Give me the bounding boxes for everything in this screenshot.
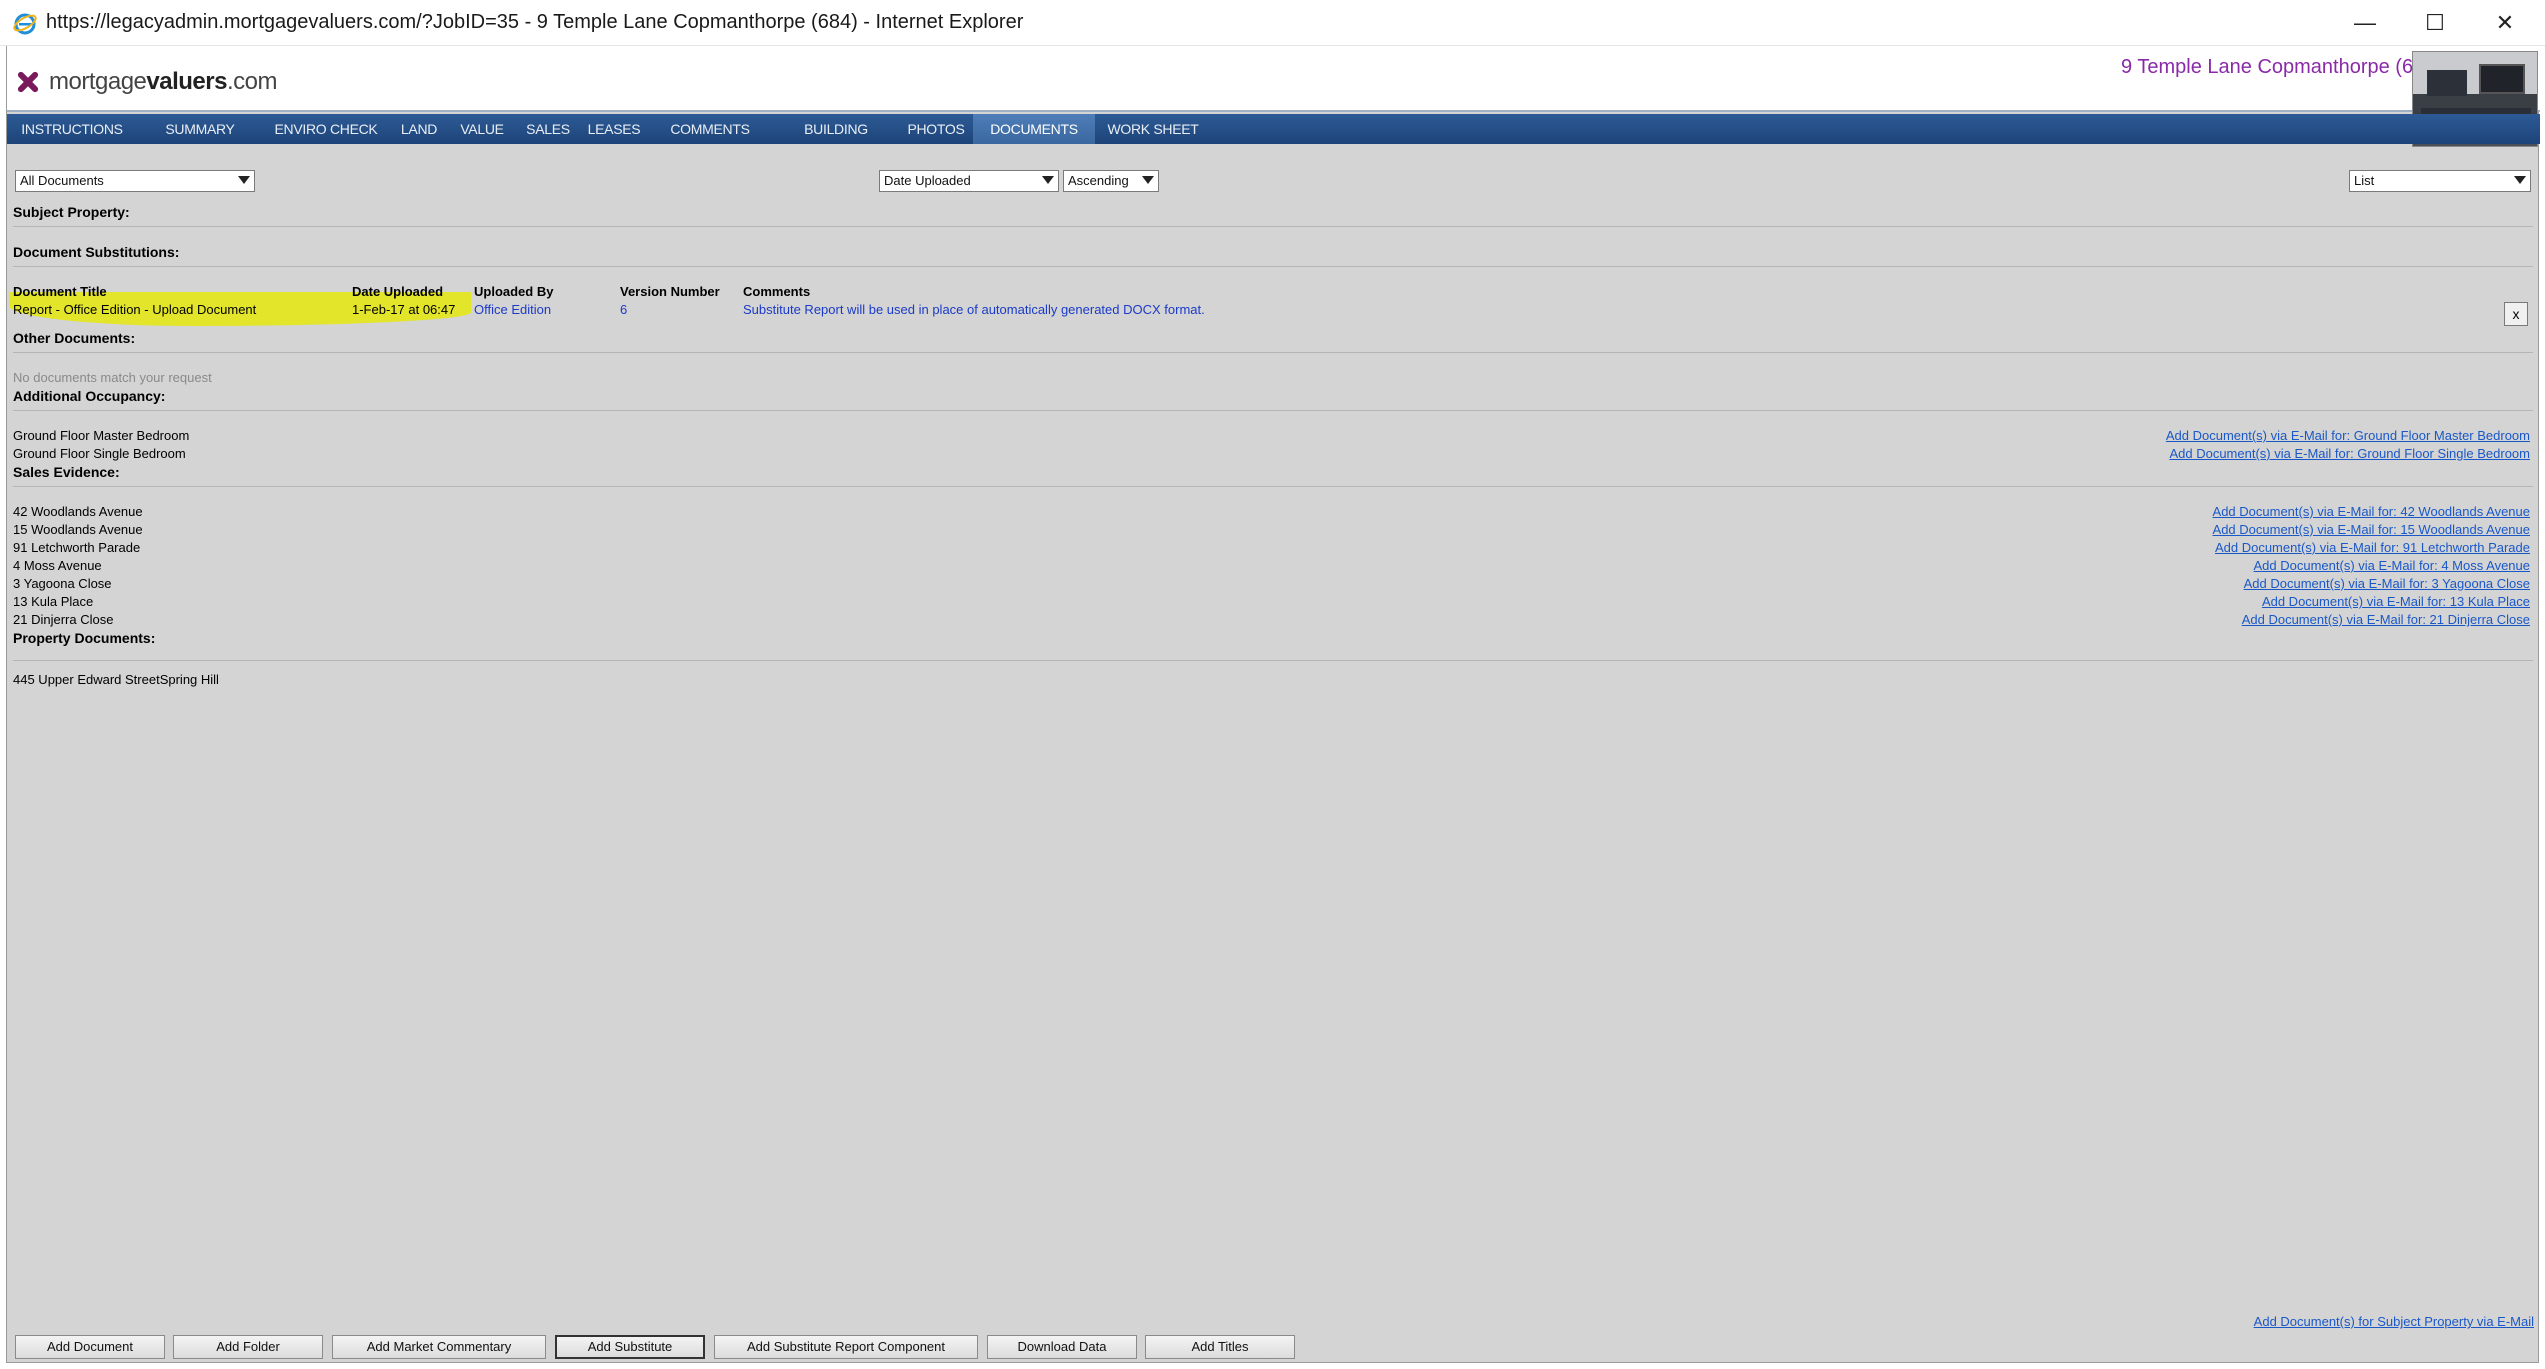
tab-land[interactable]: LAND <box>389 114 449 144</box>
divider <box>13 352 2533 353</box>
minimize-button[interactable]: — <box>2330 0 2400 46</box>
add-folder-button[interactable]: Add Folder <box>173 1335 323 1359</box>
chevron-down-icon <box>2514 176 2526 184</box>
window-title: https://legacyadmin.mortgagevaluers.com/… <box>46 11 1024 33</box>
logo-text: mortgagevaluers.com <box>49 68 277 95</box>
substitution-version-number: 6 <box>620 302 628 317</box>
tab-sales[interactable]: SALES <box>515 114 581 144</box>
column-header-uploaded-by: Uploaded By <box>474 284 554 299</box>
substitution-date-uploaded: 1-Feb-17 at 06:47 <box>352 302 456 317</box>
sort-order-select[interactable]: Ascending <box>1063 170 1159 192</box>
document-substitutions-heading: Document Substitutions: <box>13 244 180 260</box>
property-title: 9 Temple Lane Copmanthorpe (684) <box>2121 56 2442 78</box>
column-header-comments: Comments <box>743 284 811 299</box>
add-document-email-link[interactable]: Add Document(s) via E-Mail for: 3 Yagoon… <box>2244 576 2530 591</box>
logo-x-icon <box>15 69 41 95</box>
add-document-email-link[interactable]: Add Document(s) via E-Mail for: 21 Dinje… <box>2242 612 2530 627</box>
divider <box>13 266 2533 267</box>
add-document-email-link[interactable]: Add Document(s) via E-Mail for: 91 Letch… <box>2215 540 2530 555</box>
tab-work-sheet[interactable]: WORK SHEET <box>1095 114 1211 144</box>
property-documents-heading: Property Documents: <box>13 630 156 646</box>
add-document-email-link[interactable]: Add Document(s) via E-Mail for: Ground F… <box>2166 428 2530 443</box>
add-document-email-link[interactable]: Add Document(s) via E-Mail for: Ground F… <box>2169 446 2530 461</box>
add-document-email-link[interactable]: Add Document(s) via E-Mail for: 4 Moss A… <box>2254 558 2531 573</box>
chevron-down-icon <box>238 176 250 184</box>
substitution-uploaded-by: Office Edition <box>474 302 552 317</box>
view-mode-select[interactable]: List <box>2349 170 2531 192</box>
add-document-email-link[interactable]: Add Document(s) via E-Mail for: 42 Woodl… <box>2213 504 2530 519</box>
app-frame: mortgagevaluers.com 9 Temple Lane Copman… <box>6 46 2540 1363</box>
column-header-date-uploaded: Date Uploaded <box>352 284 444 299</box>
add-document-email-link[interactable]: Add Document(s) via E-Mail for: 13 Kula … <box>2262 594 2530 609</box>
add-document-button[interactable]: Add Document <box>15 1335 165 1359</box>
add-substitute-report-component-button[interactable]: Add Substitute Report Component <box>714 1335 978 1359</box>
sales-evidence-item: 91 Letchworth Parade <box>13 540 141 555</box>
tab-documents[interactable]: DOCUMENTS <box>973 114 1095 144</box>
sales-evidence-item: 15 Woodlands Avenue <box>13 522 143 537</box>
tab-photos[interactable]: PHOTOS <box>899 114 973 144</box>
chevron-down-icon <box>1042 176 1054 184</box>
add-market-commentary-button[interactable]: Add Market Commentary <box>332 1335 546 1359</box>
remove-substitution-button[interactable]: x <box>2504 302 2528 326</box>
column-header-version-number: Version Number <box>620 284 720 299</box>
tab-value[interactable]: VALUE <box>449 114 515 144</box>
property-document-folder[interactable]: 445 Upper Edward StreetSpring Hill <box>13 672 219 687</box>
sales-evidence-item: 42 Woodlands Avenue <box>13 504 143 519</box>
sales-evidence-item: 4 Moss Avenue <box>13 558 102 573</box>
main-nav: INSTRUCTIONS SUMMARY ENVIRO CHECK LAND V… <box>7 114 2540 144</box>
tab-instructions[interactable]: INSTRUCTIONS <box>7 114 137 144</box>
divider <box>13 660 2533 661</box>
sales-evidence-heading: Sales Evidence: <box>13 464 120 480</box>
document-filter-select[interactable]: All Documents <box>15 170 255 192</box>
sales-evidence-item: 13 Kula Place <box>13 594 94 609</box>
sort-field-select[interactable]: Date Uploaded <box>879 170 1059 192</box>
additional-occupancy-heading: Additional Occupancy: <box>13 388 166 404</box>
subject-property-heading: Subject Property: <box>13 204 130 220</box>
add-substitute-button[interactable]: Add Substitute <box>555 1335 705 1359</box>
sales-evidence-item: 21 Dinjerra Close <box>13 612 114 627</box>
sales-evidence-item: 3 Yagoona Close <box>13 576 112 591</box>
divider <box>13 226 2533 227</box>
tab-summary[interactable]: SUMMARY <box>137 114 263 144</box>
occupancy-item: Ground Floor Single Bedroom <box>13 446 186 461</box>
column-header-document-title: Document Title <box>13 284 107 299</box>
tab-enviro-check[interactable]: ENVIRO CHECK <box>263 114 389 144</box>
occupancy-item: Ground Floor Master Bedroom <box>13 428 190 443</box>
maximize-button[interactable]: ☐ <box>2400 0 2470 46</box>
divider <box>13 410 2533 411</box>
other-documents-heading: Other Documents: <box>13 330 136 346</box>
tab-leases[interactable]: LEASES <box>581 114 647 144</box>
window-titlebar: https://legacyadmin.mortgagevaluers.com/… <box>0 0 2545 46</box>
substitution-comments: Substitute Report will be used in place … <box>743 302 1205 317</box>
add-document-email-link[interactable]: Add Document(s) via E-Mail for: 15 Woodl… <box>2213 522 2530 537</box>
tab-building[interactable]: BUILDING <box>773 114 899 144</box>
chevron-down-icon <box>1142 176 1154 184</box>
add-titles-button[interactable]: Add Titles <box>1145 1335 1295 1359</box>
empty-state-message: No documents match your request <box>13 370 212 385</box>
app-header: mortgagevaluers.com 9 Temple Lane Copman… <box>7 46 2540 147</box>
add-subject-property-email-link[interactable]: Add Document(s) for Subject Property via… <box>2254 1314 2534 1329</box>
download-data-button[interactable]: Download Data <box>987 1335 1137 1359</box>
logo[interactable]: mortgagevaluers.com <box>15 68 277 96</box>
close-window-button[interactable]: ✕ <box>2470 0 2540 46</box>
tab-comments[interactable]: COMMENTS <box>647 114 773 144</box>
divider <box>13 486 2533 487</box>
internet-explorer-icon <box>13 13 37 34</box>
substitution-document-title[interactable]: Report - Office Edition - Upload Documen… <box>13 302 256 317</box>
